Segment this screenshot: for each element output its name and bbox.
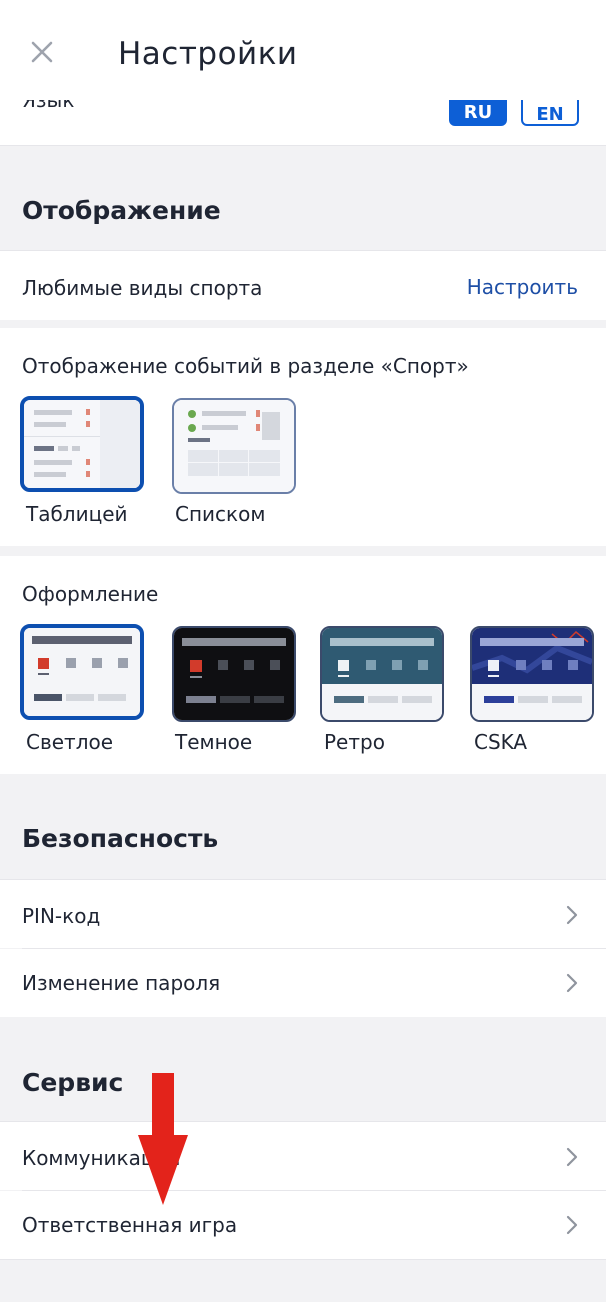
theme-cska-label: CSKA [474, 730, 528, 754]
events-view-list-label: Списком [175, 502, 266, 526]
favorite-sports-row: Любимые виды спорта Настроить [0, 250, 606, 320]
theme-light-label: Светлое [26, 730, 114, 754]
chevron-right-icon [566, 973, 578, 993]
theme-label: Оформление [22, 582, 159, 606]
row-divider [22, 948, 606, 949]
theme-dark-option[interactable] [172, 626, 296, 722]
section-heading-service: Сервис [22, 1068, 124, 1097]
list-view-preview-icon [174, 400, 294, 492]
chevron-right-icon [566, 1215, 578, 1235]
cska-theme-preview-icon [472, 628, 592, 720]
language-label: Язык [22, 100, 75, 112]
events-view-label: Отображение событий в разделе «Спорт» [22, 354, 469, 378]
pin-code-label: PIN-код [22, 904, 101, 928]
language-ru-button[interactable]: RU [449, 100, 507, 126]
theme-dark-label: Темное [175, 730, 253, 754]
language-row: Язык RU EN [0, 100, 606, 146]
retro-theme-preview-icon [322, 628, 442, 720]
communications-row[interactable]: Коммуникации [0, 1121, 606, 1190]
events-view-table-option[interactable] [20, 396, 144, 492]
row-divider [22, 1190, 606, 1191]
change-password-row[interactable]: Изменение пароля [0, 949, 606, 1017]
chevron-right-icon [566, 1147, 578, 1167]
language-en-button[interactable]: EN [521, 100, 579, 126]
close-icon[interactable] [28, 38, 56, 66]
theme-light-option[interactable] [20, 624, 144, 720]
header-bar: Настройки [0, 0, 606, 100]
favorite-sports-label: Любимые виды спорта [22, 276, 263, 300]
light-theme-preview-icon [24, 628, 140, 716]
change-password-label: Изменение пароля [22, 971, 221, 995]
section-heading-security: Безопасность [22, 824, 219, 853]
responsible-gaming-row[interactable]: Ответственная игра [0, 1191, 606, 1260]
theme-retro-option[interactable] [320, 626, 444, 722]
theme-card: Оформление Светлое Темное Ретро CSKA [0, 556, 606, 774]
dark-theme-preview-icon [174, 628, 294, 720]
configure-sports-link[interactable]: Настроить [467, 275, 578, 299]
table-view-preview-icon [24, 400, 140, 488]
responsible-gaming-label: Ответственная игра [22, 1213, 238, 1237]
annotation-arrow-icon [138, 1073, 188, 1205]
theme-cska-option[interactable] [470, 626, 594, 722]
page-title: Настройки [118, 36, 298, 72]
chevron-right-icon [566, 905, 578, 925]
pin-code-row[interactable]: PIN-код [0, 879, 606, 948]
theme-retro-label: Ретро [324, 730, 385, 754]
events-view-card: Отображение событий в разделе «Спорт» Та… [0, 328, 606, 546]
events-view-list-option[interactable] [172, 398, 296, 494]
events-view-table-label: Таблицей [26, 502, 128, 526]
section-heading-display: Отображение [22, 196, 221, 225]
